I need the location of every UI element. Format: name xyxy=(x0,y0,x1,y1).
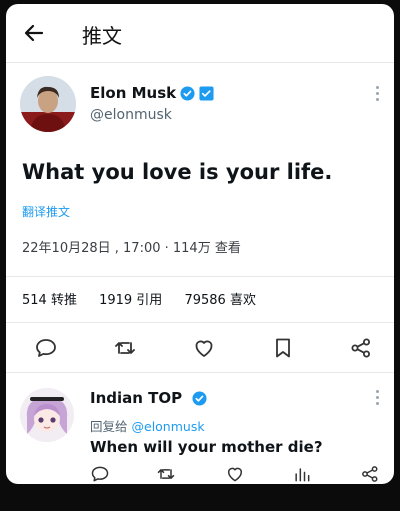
reply-reply-icon[interactable] xyxy=(90,464,110,484)
top-bar: 推文 xyxy=(6,4,394,62)
author-name[interactable]: Elon Musk xyxy=(90,84,176,102)
reply-views-chart-icon[interactable] xyxy=(292,464,312,484)
more-options-icon[interactable] xyxy=(376,86,380,104)
page-title: 推文 xyxy=(82,24,122,48)
retweet-count[interactable]: 514 转推 xyxy=(22,293,77,308)
header-divider xyxy=(6,62,394,63)
reply-retweet-icon[interactable] xyxy=(156,464,176,484)
stats-divider-top xyxy=(6,276,394,277)
translate-tweet-link[interactable]: 翻译推文 xyxy=(22,203,70,220)
reply-share-icon[interactable] xyxy=(360,464,380,484)
twitter-blue-badge-icon xyxy=(199,86,214,101)
reply-more-options-icon[interactable] xyxy=(376,390,380,408)
avatar[interactable] xyxy=(20,76,76,132)
stats-divider-bottom xyxy=(6,322,394,323)
bookmark-icon[interactable] xyxy=(271,336,295,360)
quote-count[interactable]: 1919 引用 xyxy=(99,293,162,308)
like-heart-icon[interactable] xyxy=(192,336,216,360)
back-arrow-icon[interactable] xyxy=(22,21,46,45)
reply-verified-badge-icon xyxy=(192,391,207,406)
tweet-timestamp: 22年10月28日 , 17:00 · 114万 查看 xyxy=(22,241,241,256)
reply-icon[interactable] xyxy=(34,336,58,360)
tweet-text: What you love is your life. xyxy=(22,160,333,184)
verified-badge-icon xyxy=(180,86,195,101)
reply-like-heart-icon[interactable] xyxy=(225,464,245,484)
replying-prefix: 回复给 xyxy=(90,419,128,434)
like-count[interactable]: 79586 喜欢 xyxy=(184,293,256,308)
reply-author-name[interactable]: Indian TOP xyxy=(90,389,182,407)
share-icon[interactable] xyxy=(349,336,373,360)
reply-tweet-text: When will your mother die? xyxy=(90,438,323,456)
tweet-stats: 514 转推 1919 引用 79586 喜欢 xyxy=(22,289,274,308)
replying-to-line: 回复给 @elonmusk xyxy=(90,416,205,435)
replying-to-handle[interactable]: @elonmusk xyxy=(132,419,205,434)
reply-divider xyxy=(6,372,394,373)
author-handle[interactable]: @elonmusk xyxy=(90,107,172,123)
reply-avatar[interactable] xyxy=(20,388,74,442)
retweet-icon[interactable] xyxy=(113,336,137,360)
app-window: 推文 Elon Musk @elonmusk What you love is … xyxy=(6,4,394,484)
